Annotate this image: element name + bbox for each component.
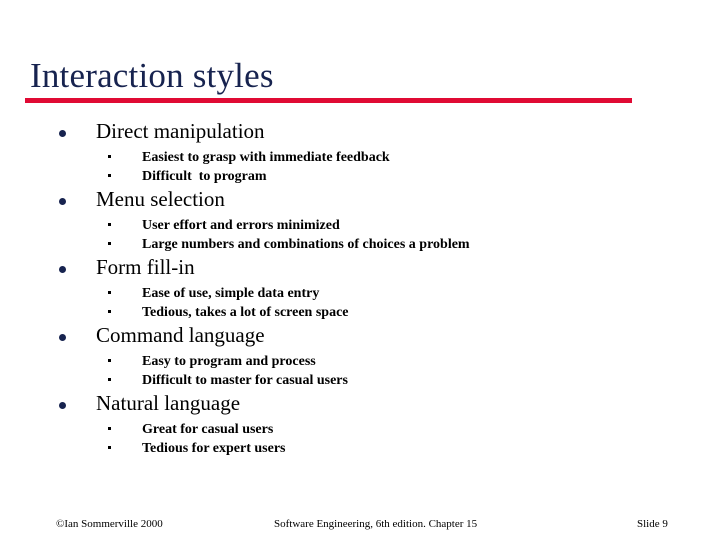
square-bullet-icon bbox=[108, 446, 111, 449]
square-bullet-icon bbox=[108, 378, 111, 381]
section-point: Difficult to master for casual users bbox=[142, 373, 348, 388]
list-item: Large numbers and combinations of choice… bbox=[0, 235, 720, 254]
section-point: Tedious for expert users bbox=[142, 441, 286, 456]
section-point: Easy to program and process bbox=[142, 354, 316, 369]
section-heading: Form fill-in bbox=[96, 255, 195, 279]
content-group: Natural language Great for casual users … bbox=[0, 390, 720, 458]
page-title: Interaction styles bbox=[30, 56, 274, 95]
content-group: Command language Easy to program and pro… bbox=[0, 322, 720, 390]
section-point: Large numbers and combinations of choice… bbox=[142, 237, 470, 252]
disc-bullet-icon bbox=[59, 266, 66, 273]
section-point: Tedious, takes a lot of screen space bbox=[142, 305, 349, 320]
section-point: Easiest to grasp with immediate feedback bbox=[142, 150, 390, 165]
list-item: Difficult to program bbox=[0, 167, 720, 186]
footer-source: Software Engineering, 6th edition. Chapt… bbox=[274, 518, 478, 530]
section-heading: Command language bbox=[96, 323, 265, 347]
list-item: Great for casual users bbox=[0, 420, 720, 439]
section-point: User effort and errors minimized bbox=[142, 218, 340, 233]
square-bullet-icon bbox=[108, 242, 111, 245]
list-item: Easiest to grasp with immediate feedback bbox=[0, 148, 720, 167]
footer-copyright: ©Ian Sommerville 2000 bbox=[56, 518, 163, 530]
list-item: Direct manipulation bbox=[0, 118, 720, 148]
title-divider-rule bbox=[25, 98, 632, 103]
square-bullet-icon bbox=[108, 223, 111, 226]
content-group: Form fill-in Ease of use, simple data en… bbox=[0, 254, 720, 322]
list-item: Menu selection bbox=[0, 186, 720, 216]
square-bullet-icon bbox=[108, 291, 111, 294]
list-item: Natural language bbox=[0, 390, 720, 420]
disc-bullet-icon bbox=[59, 130, 66, 137]
list-item: Difficult to master for casual users bbox=[0, 371, 720, 390]
content-group: Menu selection User effort and errors mi… bbox=[0, 186, 720, 254]
square-bullet-icon bbox=[108, 427, 111, 430]
list-item: Easy to program and process bbox=[0, 352, 720, 371]
footer-slide-number: Slide 9 bbox=[637, 518, 668, 530]
section-heading: Natural language bbox=[96, 391, 241, 415]
list-item: Tedious, takes a lot of screen space bbox=[0, 303, 720, 322]
square-bullet-icon bbox=[108, 155, 111, 158]
section-point: Ease of use, simple data entry bbox=[142, 286, 320, 301]
list-item: User effort and errors minimized bbox=[0, 216, 720, 235]
disc-bullet-icon bbox=[59, 402, 66, 409]
list-item: Command language bbox=[0, 322, 720, 352]
section-heading: Direct manipulation bbox=[96, 119, 265, 143]
disc-bullet-icon bbox=[59, 198, 66, 205]
section-heading: Menu selection bbox=[96, 187, 225, 211]
list-item: Form fill-in bbox=[0, 254, 720, 284]
square-bullet-icon bbox=[108, 310, 111, 313]
square-bullet-icon bbox=[108, 174, 111, 177]
slide-footer: ©Ian Sommerville 2000 Software Engineeri… bbox=[0, 516, 720, 532]
slide-canvas: Interaction styles Direct manipulation E… bbox=[0, 0, 720, 540]
section-point: Great for casual users bbox=[142, 422, 274, 437]
list-item: Tedious for expert users bbox=[0, 439, 720, 458]
disc-bullet-icon bbox=[59, 334, 66, 341]
square-bullet-icon bbox=[108, 359, 111, 362]
slide-content-list: Direct manipulation Easiest to grasp wit… bbox=[0, 118, 720, 458]
list-item: Ease of use, simple data entry bbox=[0, 284, 720, 303]
content-group: Direct manipulation Easiest to grasp wit… bbox=[0, 118, 720, 186]
section-point: Difficult to program bbox=[142, 169, 267, 184]
